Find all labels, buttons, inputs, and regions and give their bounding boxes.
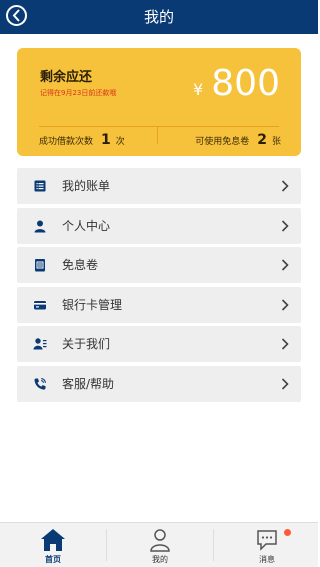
success-loan-label: 成功借款次数 [39,137,94,147]
chevron-right-icon [281,259,289,271]
menu-label-profile: 个人中心 [62,218,111,233]
menu-item-about[interactable]: 关于我们 [17,326,301,363]
menu-item-profile[interactable]: 个人中心 [17,207,301,244]
bottom-tab-bar: 首页 我的 消息 [0,522,318,567]
success-loan-unit: 次 [115,137,125,147]
card-divider [39,126,279,127]
card-title: 剩余应还 [40,70,93,85]
about-icon [33,338,47,350]
tab-profile[interactable]: 我的 [107,523,213,567]
person-icon [34,220,46,233]
phone-icon [34,378,46,390]
bill-icon [34,180,46,192]
voucher-icon [35,259,45,272]
menu-label-bank-card: 银行卡管理 [62,297,123,312]
repayment-card[interactable]: 剩余应还 记得在9月23日前还款哦 ¥ 800 成功借款次数 1 次 可使用免息… [17,48,301,156]
success-loan-stat: 成功借款次数 1 次 [39,132,125,148]
menu-label-bill: 我的账单 [62,179,111,193]
tab-label-profile: 我的 [152,555,168,564]
notification-badge [284,529,291,536]
top-bar: 我的 [0,0,318,34]
chevron-right-icon [281,378,289,390]
menu-item-help[interactable]: 客服/帮助 [17,365,301,402]
menu-label-about: 关于我们 [62,337,111,352]
menu-label-help: 客服/帮助 [62,376,115,391]
voucher-unit: 张 [271,137,281,147]
user-icon [150,529,170,552]
home-icon [41,529,65,551]
voucher-count: 2 [257,132,267,148]
chevron-right-icon [281,220,289,232]
menu-item-bank-card[interactable]: 银行卡管理 [17,286,301,323]
chevron-right-icon [281,338,289,350]
menu-item-bill[interactable]: 我的账单 [17,168,301,204]
tab-home[interactable]: 首页 [0,523,106,567]
message-icon [257,530,277,551]
remaining-amount: 800 [211,63,280,104]
menu-item-voucher[interactable]: 免息卷 [17,247,301,284]
tab-messages[interactable]: 消息 [214,523,320,567]
page-title: 我的 [143,8,174,26]
card-vertical-divider [157,126,158,144]
menu-list: 我的账单 个人中心 免息卷 银行卡管理 关于我们 客服/帮助 [17,168,301,406]
tab-label-home: 首页 [45,555,61,564]
chevron-right-icon [281,180,289,192]
success-loan-count: 1 [101,132,111,148]
bank-card-icon [34,300,46,310]
tab-label-messages: 消息 [259,555,275,564]
voucher-stat: 可使用免息卷 2 张 [195,132,281,148]
repayment-reminder: 记得在9月23日前还款哦 [40,89,117,97]
voucher-label: 可使用免息卷 [195,137,250,147]
chevron-right-icon [281,299,289,311]
menu-label-voucher: 免息卷 [62,258,99,273]
currency-symbol: ¥ [193,80,204,99]
